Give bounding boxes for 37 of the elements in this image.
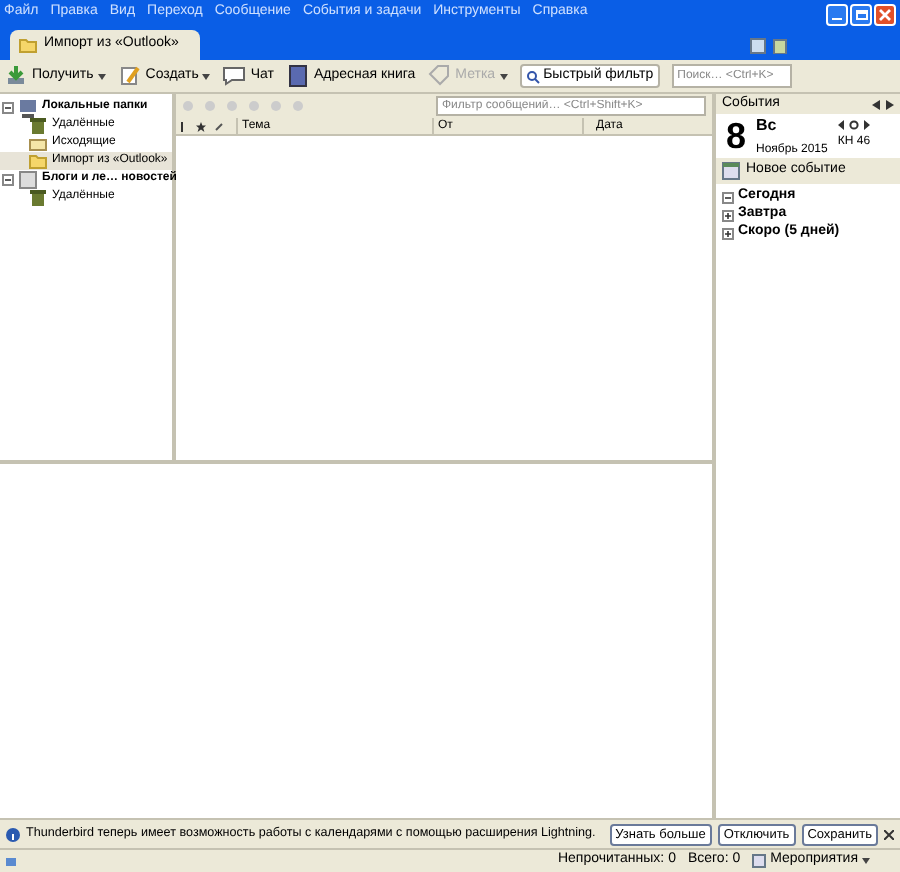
- thread-icon[interactable]: [180, 121, 188, 131]
- clipboard-icon[interactable]: [772, 38, 788, 54]
- connection-icon[interactable]: [6, 854, 20, 868]
- day-navigation-icon[interactable]: [837, 120, 870, 130]
- computer-icon: [18, 97, 38, 117]
- close-icon[interactable]: [884, 829, 894, 839]
- calendar-icon[interactable]: [750, 38, 766, 54]
- caret-icon[interactable]: [202, 73, 211, 79]
- collapse-icon[interactable]: [722, 191, 734, 203]
- caret-icon: [862, 858, 870, 864]
- previous-icon[interactable]: [872, 99, 880, 109]
- info-icon: [6, 827, 20, 841]
- trash-icon: [28, 115, 48, 135]
- folder-icon: [18, 35, 38, 55]
- download-icon: [4, 64, 28, 88]
- search-icon: [525, 69, 540, 83]
- next-icon[interactable]: [886, 99, 894, 109]
- collapse-icon[interactable]: [2, 101, 14, 113]
- maximize-button[interactable]: [850, 3, 872, 25]
- tray-icon: [28, 133, 48, 153]
- calendar-icon: [752, 854, 767, 868]
- trash-icon: [28, 187, 48, 207]
- calendar-icon: [722, 162, 740, 180]
- attachment-icon[interactable]: [214, 121, 224, 131]
- minimize-button[interactable]: [826, 3, 848, 25]
- pencil-icon: [117, 64, 142, 88]
- weekday: Вс: [756, 113, 779, 137]
- collapse-icon[interactable]: [2, 173, 14, 185]
- chat-bubble-icon: [222, 64, 247, 88]
- caret-icon[interactable]: [97, 73, 106, 79]
- address-book-icon: [286, 64, 310, 88]
- feed-icon: [18, 169, 38, 189]
- day-number: 8: [726, 118, 747, 154]
- folder-icon: [28, 151, 48, 171]
- expand-icon[interactable]: [722, 227, 734, 239]
- close-button[interactable]: [874, 3, 896, 25]
- expand-icon[interactable]: [722, 209, 734, 221]
